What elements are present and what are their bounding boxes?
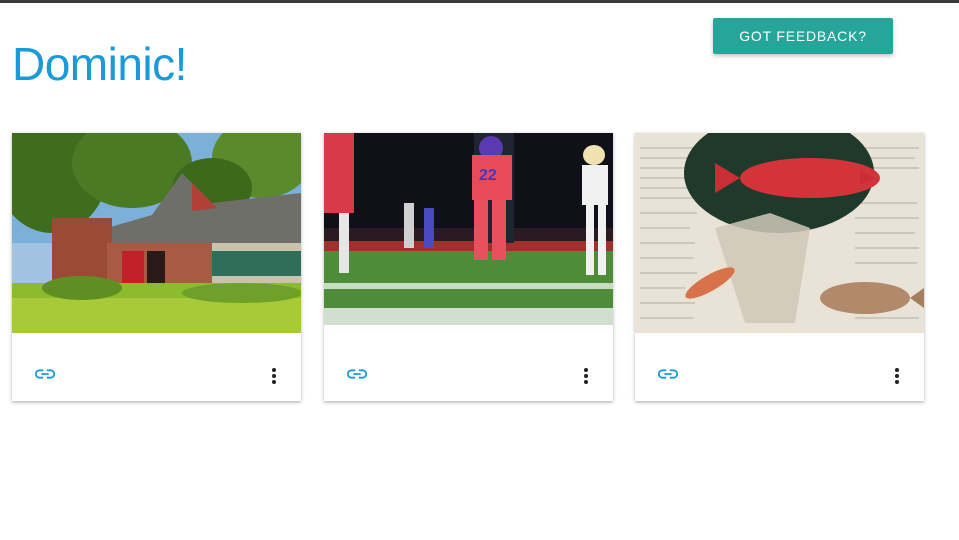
more-vert-icon[interactable]: [583, 367, 589, 385]
page-title: Dominic!: [12, 38, 187, 90]
top-border: [0, 0, 959, 3]
link-icon[interactable]: [346, 367, 368, 381]
football-photo[interactable]: 22: [324, 133, 613, 325]
link-icon[interactable]: [657, 367, 679, 381]
house-photo[interactable]: [12, 133, 301, 333]
link-icon[interactable]: [34, 367, 56, 381]
card-house[interactable]: [12, 133, 301, 401]
more-vert-icon[interactable]: [894, 367, 900, 385]
card-football[interactable]: 22: [324, 133, 613, 401]
got-feedback-button[interactable]: GOT FEEDBACK?: [713, 18, 893, 54]
svg-text:22: 22: [479, 167, 497, 184]
fish-collage-photo[interactable]: [635, 133, 924, 333]
more-vert-icon[interactable]: [271, 367, 277, 385]
card-fish-collage[interactable]: [635, 133, 924, 401]
